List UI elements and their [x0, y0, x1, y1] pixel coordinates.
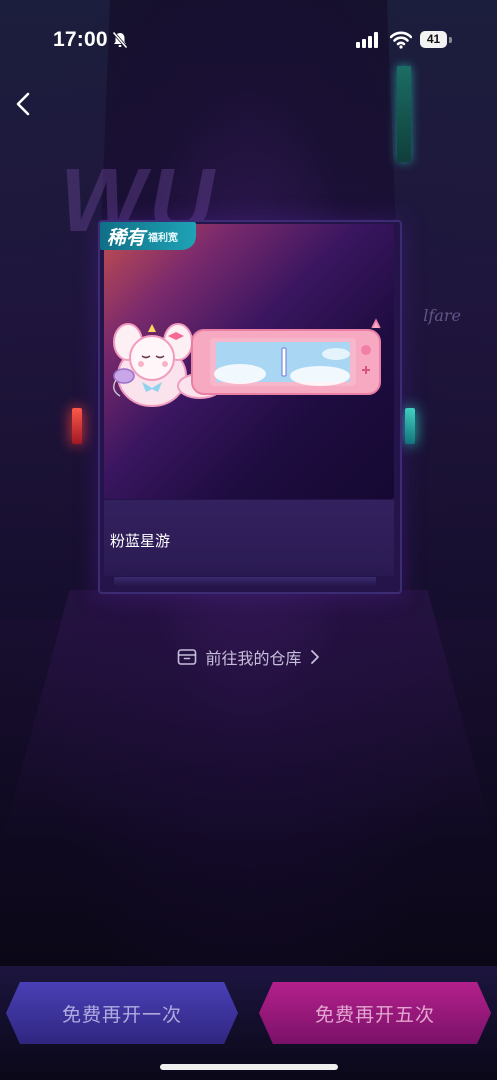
background-neon-sign [397, 66, 411, 162]
background-neon-teal [405, 408, 415, 444]
signal-icon [356, 32, 378, 48]
status-bar: 17:00 41 [0, 0, 497, 80]
item-illustration [113, 318, 381, 407]
rarity-badge: 稀有 福利宽 [100, 222, 196, 250]
open-five-button[interactable]: 免费再开五次 [259, 982, 491, 1044]
bell-off-icon [112, 31, 128, 49]
battery-tip [449, 37, 452, 43]
status-time: 17:00 [53, 28, 108, 51]
open-once-button[interactable]: 免费再开一次 [6, 982, 238, 1044]
rarity-label: 稀有 [107, 227, 146, 249]
background-neon-red [72, 408, 82, 444]
back-button[interactable] [10, 88, 36, 120]
background-floor [0, 590, 497, 850]
box-icon [178, 649, 197, 665]
rarity-sublabel: 福利宽 [148, 232, 179, 244]
warehouse-link[interactable]: 前往我的仓库 [0, 644, 497, 670]
item-name: 粉蓝星游 [110, 533, 171, 550]
warehouse-link-label: 前往我的仓库 [205, 651, 302, 668]
background-script-text: lfare [423, 306, 461, 325]
reward-card-stand [114, 577, 376, 587]
chevron-right-icon [310, 650, 319, 664]
wifi-icon [390, 31, 412, 49]
home-indicator[interactable] [160, 1064, 338, 1070]
battery-icon: 41 [420, 31, 447, 48]
